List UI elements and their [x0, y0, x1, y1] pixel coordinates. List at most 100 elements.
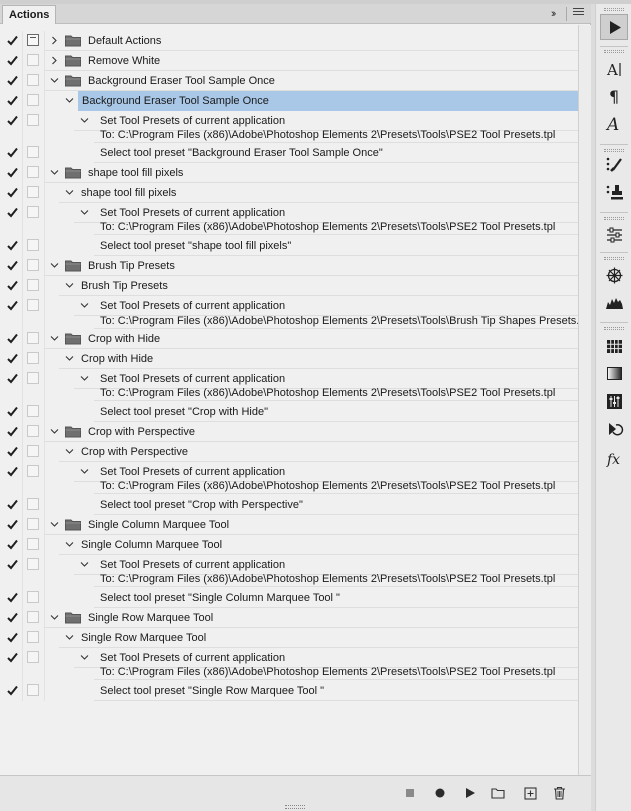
- record-button[interactable]: [432, 785, 448, 801]
- chevron-down-icon[interactable]: [48, 608, 60, 628]
- chevron-right-icon[interactable]: [48, 31, 60, 51]
- tab-actions[interactable]: Actions: [2, 5, 57, 24]
- action-set-row[interactable]: shape tool fill pixels: [0, 163, 578, 183]
- toggle-dialog-checkbox[interactable]: [27, 591, 39, 603]
- chevron-down-icon[interactable]: [63, 276, 75, 296]
- toggle-dialog-checkbox[interactable]: [27, 206, 39, 218]
- toggle-item-checkbox[interactable]: [6, 332, 19, 345]
- toggle-item-checkbox[interactable]: [6, 34, 19, 47]
- action-set-row[interactable]: Single Column Marquee Tool: [0, 515, 578, 535]
- toggle-item-checkbox[interactable]: [6, 279, 19, 292]
- chevron-down-icon[interactable]: [48, 422, 60, 442]
- action-row[interactable]: Select tool preset "Crop with Perspectiv…: [0, 495, 578, 515]
- action-set-row[interactable]: Default Actions: [0, 31, 578, 51]
- chevron-right-icon[interactable]: [48, 51, 60, 71]
- action-set-row[interactable]: Remove White: [0, 51, 578, 71]
- delete-button[interactable]: [551, 785, 567, 801]
- toggle-item-checkbox[interactable]: [6, 259, 19, 272]
- action-row[interactable]: Select tool preset "Crop with Hide": [0, 402, 578, 422]
- toggle-dialog-checkbox[interactable]: [27, 299, 39, 311]
- styles-panel-button[interactable]: fx: [600, 445, 628, 471]
- play-button[interactable]: [462, 785, 478, 801]
- toggle-item-checkbox[interactable]: [6, 372, 19, 385]
- toggle-dialog-checkbox[interactable]: [27, 465, 39, 477]
- action-row[interactable]: Select tool preset "Single Row Marquee T…: [0, 681, 578, 701]
- properties-panel-button[interactable]: [600, 221, 628, 247]
- chevron-down-icon[interactable]: [63, 91, 75, 111]
- toggle-item-checkbox[interactable]: [6, 186, 19, 199]
- toggle-dialog-checkbox[interactable]: [27, 518, 39, 530]
- toggle-dialog-checkbox[interactable]: [27, 498, 39, 510]
- toggle-item-checkbox[interactable]: [6, 94, 19, 107]
- action-row[interactable]: To: C:\Program Files (x86)\Adobe\Photosh…: [0, 219, 578, 239]
- toggle-item-checkbox[interactable]: [6, 445, 19, 458]
- toggle-dialog-checkbox[interactable]: [27, 684, 39, 696]
- toggle-dialog-checkbox[interactable]: [27, 186, 39, 198]
- toggle-dialog-checkbox[interactable]: [27, 651, 39, 663]
- action-row[interactable]: shape tool fill pixels: [0, 183, 578, 203]
- toggle-dialog-checkbox[interactable]: [27, 239, 39, 251]
- toolbar-grip[interactable]: [604, 8, 624, 11]
- navigator-panel-button[interactable]: [600, 262, 628, 288]
- chevron-down-icon[interactable]: [48, 329, 60, 349]
- histogram-panel-button[interactable]: [600, 289, 628, 315]
- toggle-item-checkbox[interactable]: [6, 352, 19, 365]
- toggle-dialog-checkbox[interactable]: [27, 405, 39, 417]
- action-row[interactable]: Crop with Perspective: [0, 442, 578, 462]
- toggle-item-checkbox[interactable]: [6, 591, 19, 604]
- brush-settings-panel-button[interactable]: [600, 151, 628, 177]
- action-row[interactable]: To: C:\Program Files (x86)\Adobe\Photosh…: [0, 664, 578, 684]
- toggle-dialog-checkbox[interactable]: [27, 538, 39, 550]
- action-row[interactable]: Select tool preset "Background Eraser To…: [0, 143, 578, 163]
- action-row[interactable]: To: C:\Program Files (x86)\Adobe\Photosh…: [0, 385, 578, 405]
- history-panel-button[interactable]: [600, 415, 628, 441]
- toggle-item-checkbox[interactable]: [6, 299, 19, 312]
- new-action-button[interactable]: [522, 785, 538, 801]
- toggle-item-checkbox[interactable]: [6, 558, 19, 571]
- toggle-item-checkbox[interactable]: [6, 518, 19, 531]
- toggle-dialog-checkbox[interactable]: [27, 611, 39, 623]
- toggle-dialog-checkbox[interactable]: [27, 146, 39, 158]
- swatches-panel-button[interactable]: [600, 333, 628, 359]
- chevron-down-icon[interactable]: [48, 163, 60, 183]
- vertical-scrollbar[interactable]: [578, 25, 591, 775]
- action-row[interactable]: Brush Tip Presets: [0, 276, 578, 296]
- action-set-row[interactable]: Crop with Hide: [0, 329, 578, 349]
- toggle-item-checkbox[interactable]: [6, 54, 19, 67]
- toggle-item-checkbox[interactable]: [6, 465, 19, 478]
- toggle-item-checkbox[interactable]: [6, 651, 19, 664]
- toggle-dialog-checkbox[interactable]: [27, 352, 39, 364]
- chevron-down-icon[interactable]: [63, 535, 75, 555]
- double-chevron-right-icon[interactable]: ››: [551, 6, 557, 22]
- character-panel-button[interactable]: A: [600, 56, 628, 82]
- action-row[interactable]: Single Row Marquee Tool: [0, 628, 578, 648]
- action-row[interactable]: To: C:\Program Files (x86)\Adobe\Photosh…: [0, 571, 578, 591]
- action-row[interactable]: Select tool preset "Single Column Marque…: [0, 588, 578, 608]
- chevron-down-icon[interactable]: [63, 183, 75, 203]
- resize-grip[interactable]: [285, 805, 305, 809]
- toggle-item-checkbox[interactable]: [6, 611, 19, 624]
- toggle-dialog-checkbox[interactable]: [27, 425, 39, 437]
- chevron-down-icon[interactable]: [48, 515, 60, 535]
- toggle-dialog-checkbox[interactable]: [27, 54, 39, 66]
- clone-source-panel-button[interactable]: [600, 179, 628, 205]
- hamburger-menu-icon[interactable]: [573, 8, 584, 19]
- chevron-down-icon[interactable]: [48, 71, 60, 91]
- chevron-down-icon[interactable]: [63, 349, 75, 369]
- toggle-dialog-checkbox[interactable]: [27, 166, 39, 178]
- action-row[interactable]: Select tool preset "shape tool fill pixe…: [0, 236, 578, 256]
- toggle-item-checkbox[interactable]: [6, 114, 19, 127]
- toggle-dialog-checkbox[interactable]: [27, 34, 39, 46]
- toggle-item-checkbox[interactable]: [6, 631, 19, 644]
- action-set-row[interactable]: Brush Tip Presets: [0, 256, 578, 276]
- gradients-panel-button[interactable]: [600, 360, 628, 386]
- toolbar-grip[interactable]: [604, 257, 624, 260]
- action-row[interactable]: To: C:\Program Files (x86)\Adobe\Photosh…: [0, 313, 578, 333]
- toggle-dialog-checkbox[interactable]: [27, 445, 39, 457]
- actions-panel-button[interactable]: [600, 14, 628, 40]
- action-row[interactable]: Background Eraser Tool Sample Once: [0, 91, 578, 111]
- toggle-item-checkbox[interactable]: [6, 206, 19, 219]
- toggle-dialog-checkbox[interactable]: [27, 558, 39, 570]
- action-row[interactable]: To: C:\Program Files (x86)\Adobe\Photosh…: [0, 127, 578, 147]
- toggle-dialog-checkbox[interactable]: [27, 332, 39, 344]
